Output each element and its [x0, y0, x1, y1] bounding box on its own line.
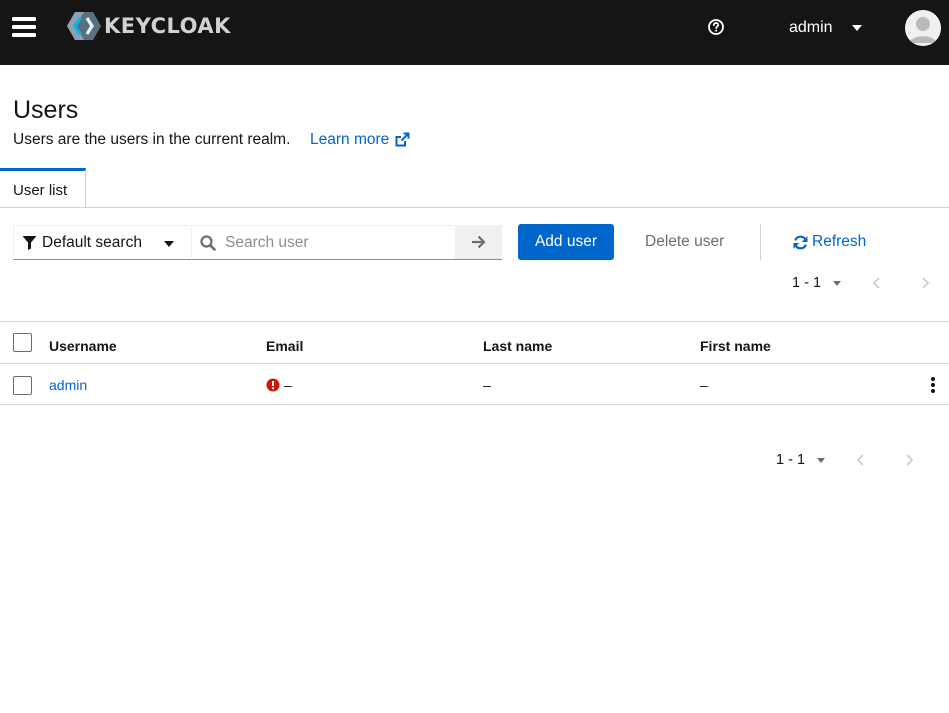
- hamburger-menu-icon[interactable]: [12, 17, 38, 37]
- caret-down-icon: [833, 280, 842, 286]
- learn-more-label: Learn more: [310, 131, 390, 148]
- caret-down-icon: [851, 25, 862, 31]
- per-page-toggle[interactable]: 1 - 1: [776, 452, 826, 468]
- pagination-range: 1 - 1: [776, 452, 806, 468]
- email-value: –: [284, 377, 292, 393]
- chevron-left-icon: [872, 277, 880, 289]
- next-page-button[interactable]: [920, 276, 930, 295]
- per-page-toggle[interactable]: 1 - 1: [792, 275, 842, 291]
- add-user-button[interactable]: Add user: [518, 224, 614, 260]
- column-header-first-name[interactable]: First name: [700, 338, 771, 354]
- delete-user-button[interactable]: Delete user: [645, 233, 724, 251]
- filter-icon: [22, 236, 37, 250]
- user-menu-toggle[interactable]: admin: [789, 17, 862, 39]
- tab-user-list[interactable]: User list: [0, 168, 86, 208]
- search-type-dropdown[interactable]: Default search: [13, 225, 192, 260]
- first-name-value: –: [700, 377, 708, 393]
- learn-more-link[interactable]: Learn more: [310, 131, 410, 149]
- row-select-checkbox[interactable]: [13, 376, 32, 395]
- pagination-range: 1 - 1: [792, 275, 822, 291]
- logo-text: KEYCLOAK: [104, 14, 231, 38]
- previous-page-button[interactable]: [872, 276, 882, 295]
- exclamation-circle-icon: [266, 378, 280, 392]
- pagination-top: 1 - 1: [792, 273, 949, 293]
- column-header-email[interactable]: Email: [266, 338, 303, 354]
- caret-down-icon: [164, 241, 174, 247]
- page-title: Users: [13, 96, 79, 124]
- search-input[interactable]: [225, 233, 445, 252]
- chevron-right-icon: [906, 454, 914, 466]
- search-icon: [200, 234, 216, 251]
- search-field: [192, 225, 455, 260]
- help-icon[interactable]: [707, 18, 725, 36]
- avatar[interactable]: [905, 10, 941, 46]
- username-link[interactable]: admin: [49, 377, 87, 393]
- tab-label: User list: [13, 182, 68, 199]
- next-page-button[interactable]: [904, 453, 914, 472]
- refresh-label: Refresh: [812, 233, 867, 250]
- chevron-left-icon: [856, 454, 864, 466]
- keycloak-logo-icon: [67, 12, 101, 40]
- keycloak-logo[interactable]: KEYCLOAK: [66, 11, 231, 41]
- select-all-checkbox[interactable]: [13, 333, 32, 352]
- caret-down-icon: [817, 457, 826, 463]
- previous-page-button[interactable]: [856, 453, 866, 472]
- username-label: admin: [789, 19, 833, 36]
- toolbar-divider: [760, 224, 761, 260]
- chevron-right-icon: [922, 277, 930, 289]
- search-submit-button[interactable]: [455, 225, 502, 260]
- refresh-button[interactable]: Refresh: [793, 233, 866, 251]
- column-header-last-name[interactable]: Last name: [483, 338, 552, 354]
- column-header-username[interactable]: Username: [49, 338, 117, 354]
- table-row: admin – – –: [0, 364, 949, 405]
- row-actions-kebab-icon[interactable]: [926, 376, 940, 394]
- email-cell: –: [266, 377, 292, 393]
- last-name-value: –: [483, 377, 491, 393]
- page-description: Users are the users in the current realm…: [13, 131, 291, 148]
- tabs: User list: [0, 168, 949, 208]
- pagination-bottom: 1 - 1: [776, 450, 933, 470]
- search-type-label: Default search: [42, 233, 142, 251]
- masthead: KEYCLOAK admin: [0, 0, 949, 65]
- table-header: Username Email Last name First name: [0, 321, 949, 364]
- refresh-icon: [793, 235, 808, 249]
- arrow-right-icon: [472, 235, 486, 249]
- external-link-icon: [395, 132, 410, 147]
